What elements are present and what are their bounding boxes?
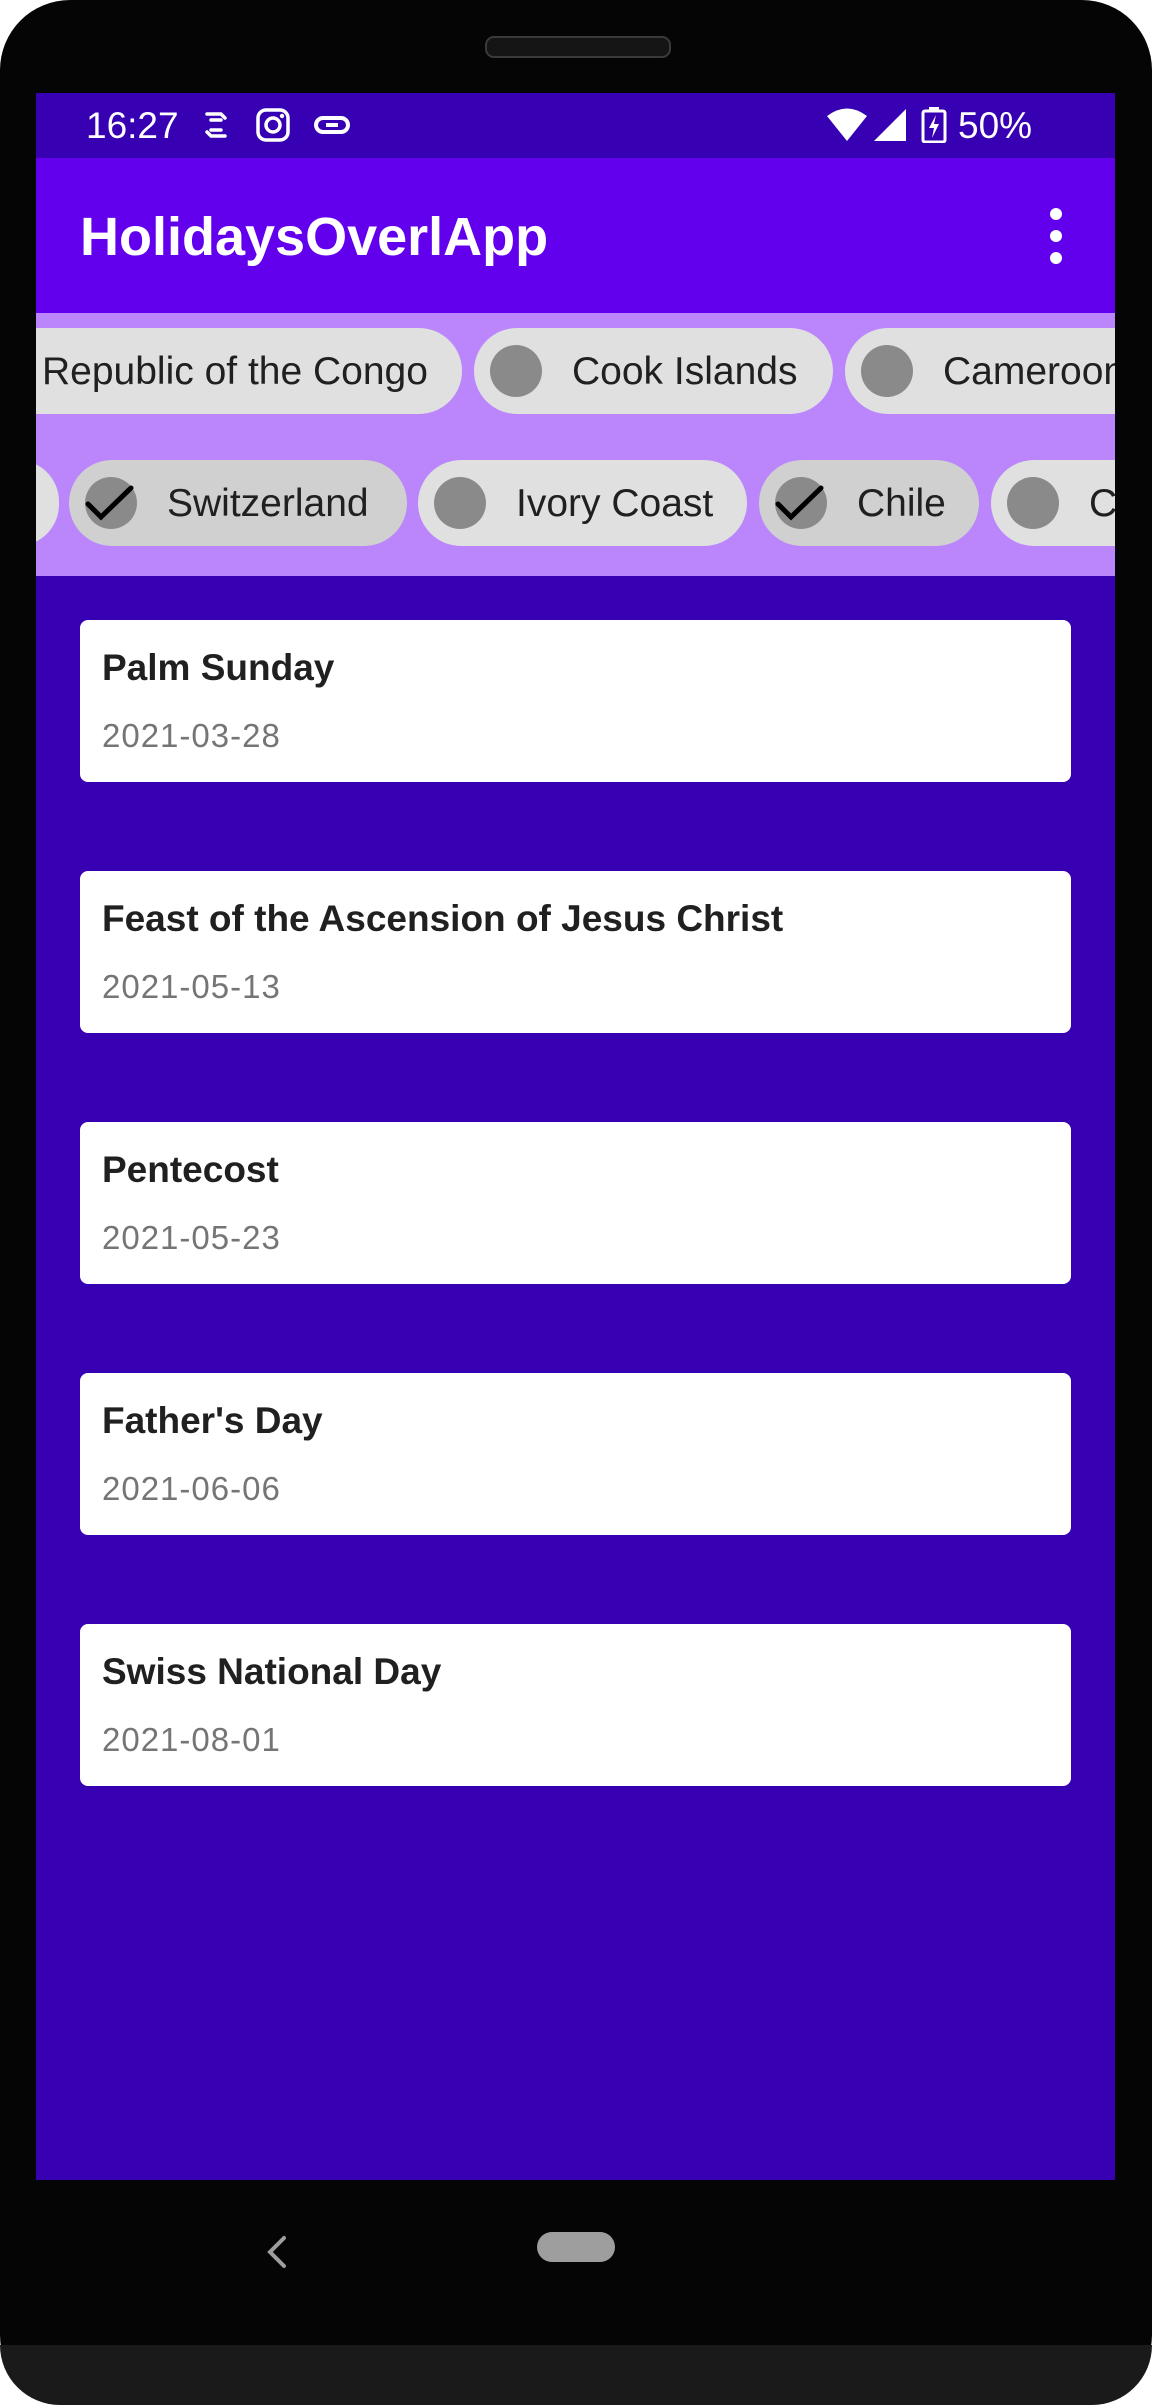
home-pill-icon[interactable] — [537, 2232, 615, 2262]
chip-cook-islands[interactable]: Cook Islands — [474, 328, 833, 414]
holiday-card[interactable]: Father's Day 2021-06-06 — [80, 1373, 1071, 1535]
chip-label: Republic of the Congo — [42, 350, 428, 393]
more-vert-icon[interactable] — [1036, 203, 1076, 269]
signal-icon — [874, 109, 906, 141]
holiday-card[interactable]: Pentecost 2021-05-23 — [80, 1122, 1071, 1284]
battery-percent: 50% — [958, 105, 1033, 146]
battery-charging-icon — [921, 107, 947, 143]
app-bar: HolidaysOverlApp — [36, 158, 1115, 313]
app-title: HolidaysOverlApp — [80, 207, 549, 267]
earpiece-speaker — [485, 36, 671, 58]
chip-unchecked-icon — [490, 345, 542, 397]
wifi-icon — [827, 108, 867, 141]
chip-row-1[interactable]: Republic of the Congo Cook Islands Camer… — [36, 328, 1115, 418]
chip-label: Cameroon — [943, 350, 1115, 393]
chip-label: Cook Islands — [572, 350, 798, 393]
chip-unchecked-icon — [1007, 477, 1059, 529]
chip-row-2[interactable]: Switzerland Ivory Coast Chile C — [36, 460, 1115, 550]
status-time: 16:27 — [86, 105, 179, 146]
holiday-date: 2021-06-06 — [102, 1470, 281, 1507]
holiday-card[interactable]: Palm Sunday 2021-03-28 — [80, 620, 1071, 782]
chip-unchecked-icon — [861, 345, 913, 397]
chip-switzerland[interactable]: Switzerland — [69, 460, 407, 546]
chip-chile[interactable]: Chile — [759, 460, 979, 546]
phone-frame: 16:27 50% HolidaysOverlApp Republic of t… — [0, 0, 1152, 2405]
holiday-date: 2021-05-23 — [102, 1219, 281, 1256]
sync-icon — [205, 112, 227, 138]
screen: 16:27 50% HolidaysOverlApp Republic of t… — [36, 93, 1115, 2180]
holiday-date: 2021-08-01 — [102, 1721, 281, 1758]
chip-partial-c[interactable]: C — [991, 460, 1115, 546]
holiday-name: Father's Day — [102, 1400, 323, 1441]
chip-partial[interactable] — [36, 460, 59, 546]
holiday-name: Swiss National Day — [102, 1651, 442, 1692]
holiday-card[interactable]: Feast of the Ascension of Jesus Christ 2… — [80, 871, 1071, 1033]
chip-unchecked-icon — [434, 477, 486, 529]
holiday-name: Palm Sunday — [102, 647, 335, 688]
chip-cameroon[interactable]: Cameroon — [845, 328, 1115, 414]
holiday-name: Feast of the Ascension of Jesus Christ — [102, 898, 784, 939]
chip-label: Switzerland — [167, 482, 369, 525]
chip-ivory-coast[interactable]: Ivory Coast — [418, 460, 747, 546]
holiday-date: 2021-05-13 — [102, 968, 281, 1005]
back-icon[interactable] — [258, 2232, 298, 2272]
link-icon — [314, 116, 350, 134]
holiday-name: Pentecost — [102, 1149, 279, 1190]
country-chip-group: Republic of the Congo Cook Islands Camer… — [36, 313, 1115, 576]
chip-label: C — [1089, 482, 1115, 525]
phone-chin — [0, 2345, 1152, 2405]
chip-label: Ivory Coast — [516, 482, 714, 525]
instagram-icon — [256, 108, 290, 142]
check-icon — [85, 477, 137, 529]
holiday-card[interactable]: Swiss National Day 2021-08-01 — [80, 1624, 1071, 1786]
chip-republic-of-the-congo[interactable]: Republic of the Congo — [36, 328, 462, 414]
check-icon — [775, 477, 827, 529]
chip-label: Chile — [857, 482, 946, 525]
holiday-date: 2021-03-28 — [102, 717, 281, 754]
status-bar: 16:27 50% — [36, 93, 1115, 158]
